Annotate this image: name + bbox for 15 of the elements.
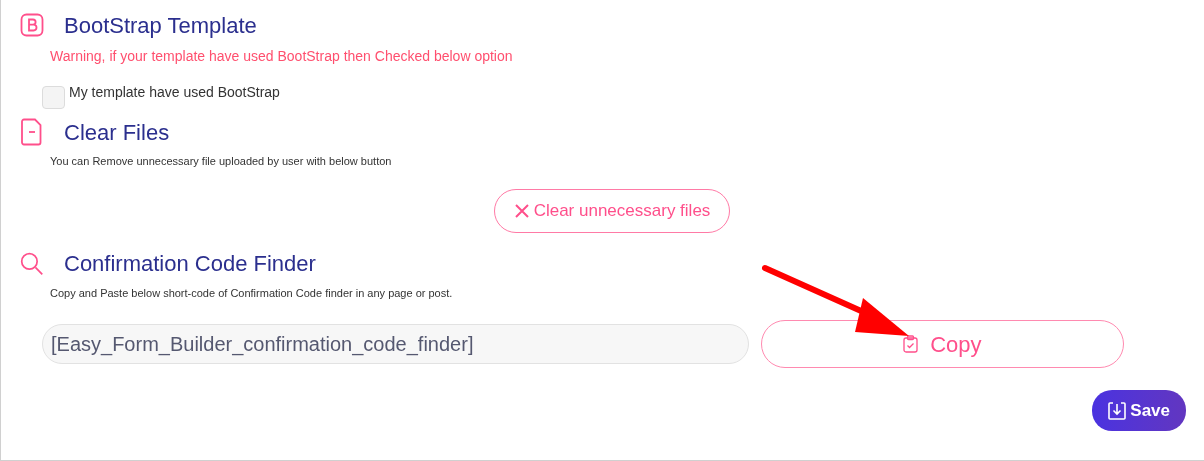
close-icon [513, 202, 530, 219]
document-minus-icon [21, 118, 43, 146]
download-icon [1108, 401, 1127, 420]
section-title: Confirmation Code Finder [64, 250, 316, 278]
section-title: Clear Files [64, 118, 170, 147]
letter-b-icon [20, 13, 44, 37]
description-text: You can Remove unnecessary file uploaded by user with below button [50, 154, 393, 169]
checkbox-label: My template have used BootStrap [69, 83, 280, 102]
clipboard-icon [903, 335, 919, 353]
warning-text: Warning, if your template have used BootStrap then Checked below option [50, 47, 514, 66]
section-title: BootStrap Template [64, 11, 257, 40]
description-text: Copy and Paste below short-code of Confirmation Code finder in any page or post. [50, 285, 454, 301]
checkbox[interactable] [42, 86, 65, 109]
shortcode-field[interactable]: [Easy_Form_Builder_confirmation_code_finder] [42, 324, 749, 364]
save-button[interactable]: Save [1092, 390, 1186, 431]
